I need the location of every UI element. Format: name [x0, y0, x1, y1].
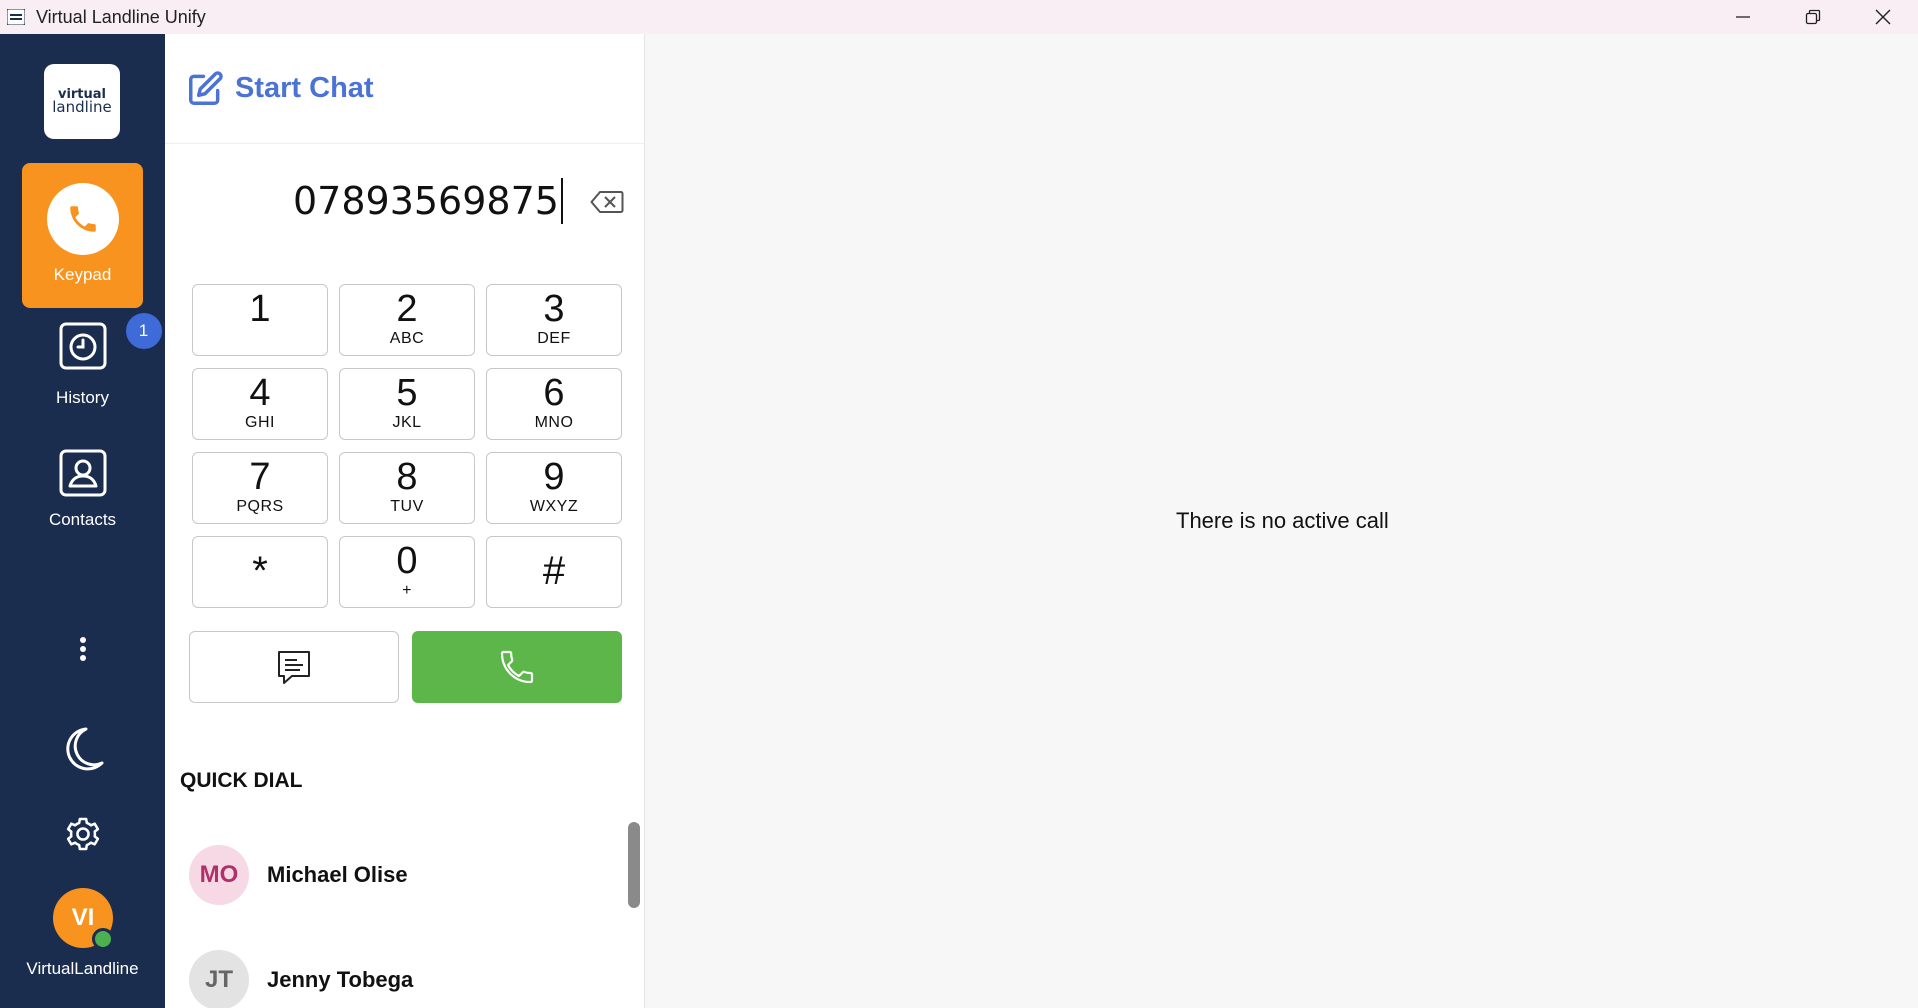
key-2[interactable]: 2 ABC — [339, 284, 475, 356]
contact-name: Jenny Tobega — [267, 967, 414, 992]
online-status-indicator — [92, 928, 114, 950]
key-9[interactable]: 9 WXYZ — [486, 452, 622, 524]
key-digit: * — [252, 549, 268, 593]
key-digit: 9 — [543, 456, 565, 498]
key-0[interactable]: 0 + — [339, 536, 475, 608]
close-button[interactable] — [1848, 0, 1918, 34]
key-letters: GHI — [245, 414, 275, 431]
sidebar: virtual landline Keypad 1 History Contac… — [0, 34, 165, 1008]
history-badge: 1 — [125, 313, 162, 349]
key-letters: TUV — [390, 498, 424, 515]
window-controls — [1708, 0, 1918, 34]
dark-mode-button[interactable] — [58, 723, 108, 777]
backspace-button[interactable] — [589, 188, 625, 216]
key-digit: 4 — [249, 372, 271, 414]
history-icon-wrap: 1 — [58, 313, 162, 376]
start-chat-link[interactable]: Start Chat — [235, 72, 374, 105]
key-digit: 7 — [249, 456, 271, 498]
contact-avatar: MO — [189, 845, 249, 905]
key-letters: MNO — [534, 414, 574, 431]
logo-text-bottom: landline — [52, 97, 112, 116]
key-letters: WXYZ — [529, 498, 579, 515]
key-letters: ABC — [389, 330, 425, 347]
phone-number-value: 07893569875 — [293, 179, 559, 223]
minimize-button[interactable] — [1708, 0, 1778, 34]
key-hash[interactable]: # — [486, 536, 622, 608]
restore-icon — [1805, 9, 1821, 25]
key-8[interactable]: 8 TUV — [339, 452, 475, 524]
logo: virtual landline — [44, 64, 120, 139]
start-chat-icon[interactable] — [185, 69, 225, 109]
key-1[interactable]: 1 — [192, 284, 328, 356]
send-message-button[interactable] — [189, 631, 399, 703]
key-star[interactable]: * — [192, 536, 328, 608]
more-vertical-icon — [80, 637, 86, 661]
phone-icon — [46, 183, 119, 255]
phone-icon — [500, 650, 534, 684]
sidebar-item-contacts[interactable]: Contacts — [22, 448, 143, 538]
key-7[interactable]: 7 PQRS — [192, 452, 328, 524]
sidebar-item-history[interactable]: 1 History — [22, 313, 162, 411]
key-letters: PQRS — [236, 498, 284, 515]
app-icon — [6, 7, 26, 27]
dialer-panel: Start Chat 07893569875 1 2 ABC 3 DEF 4 G… — [165, 34, 645, 1008]
quick-dial-scrollbar[interactable] — [628, 822, 640, 908]
contact-name: Michael Olise — [267, 862, 408, 887]
key-digit: # — [542, 549, 566, 593]
key-digit: 3 — [543, 288, 565, 330]
key-digit: 8 — [396, 456, 418, 498]
message-icon — [278, 651, 310, 684]
quick-dial-heading: QUICK DIAL — [180, 769, 303, 792]
user-name: VirtualLandline — [26, 959, 139, 978]
call-button[interactable] — [412, 631, 622, 703]
settings-button[interactable] — [61, 812, 105, 856]
quick-dial-item[interactable]: MO Michael Olise — [189, 844, 609, 906]
gear-icon — [66, 817, 100, 851]
contact-avatar: JT — [189, 950, 249, 1008]
key-3[interactable]: 3 DEF — [486, 284, 622, 356]
key-letters: JKL — [392, 414, 422, 431]
key-letters: + — [402, 582, 412, 599]
sidebar-item-keypad[interactable]: Keypad — [22, 163, 143, 308]
key-digit: 6 — [543, 372, 565, 414]
no-active-call-message: There is no active call — [1176, 508, 1389, 533]
minimize-icon — [1736, 16, 1750, 18]
more-options-button[interactable] — [70, 629, 96, 669]
key-digit: 2 — [396, 288, 418, 330]
restore-button[interactable] — [1778, 0, 1848, 34]
title-bar: Virtual Landline Unify — [0, 0, 1918, 34]
key-letters: DEF — [537, 330, 571, 347]
window-title: Virtual Landline Unify — [36, 6, 206, 27]
sidebar-item-label: History — [56, 388, 109, 407]
key-digit: 1 — [249, 288, 271, 330]
key-digit: 5 — [396, 372, 418, 414]
dialer-header: Start Chat — [165, 34, 645, 144]
key-4[interactable]: 4 GHI — [192, 368, 328, 440]
clock-icon — [59, 322, 106, 370]
phone-number-input[interactable]: 07893569875 — [293, 178, 563, 224]
backspace-icon — [590, 191, 624, 213]
key-5[interactable]: 5 JKL — [339, 368, 475, 440]
key-6[interactable]: 6 MNO — [486, 368, 622, 440]
text-caret — [560, 178, 563, 224]
contact-card-icon — [59, 449, 106, 497]
sidebar-item-label: Keypad — [53, 265, 112, 284]
key-digit: 0 — [396, 540, 418, 582]
close-icon — [1875, 9, 1891, 25]
sidebar-item-label: Contacts — [48, 510, 117, 529]
moon-icon — [66, 727, 104, 771]
quick-dial-item[interactable]: JT Jenny Tobega — [189, 949, 609, 1008]
